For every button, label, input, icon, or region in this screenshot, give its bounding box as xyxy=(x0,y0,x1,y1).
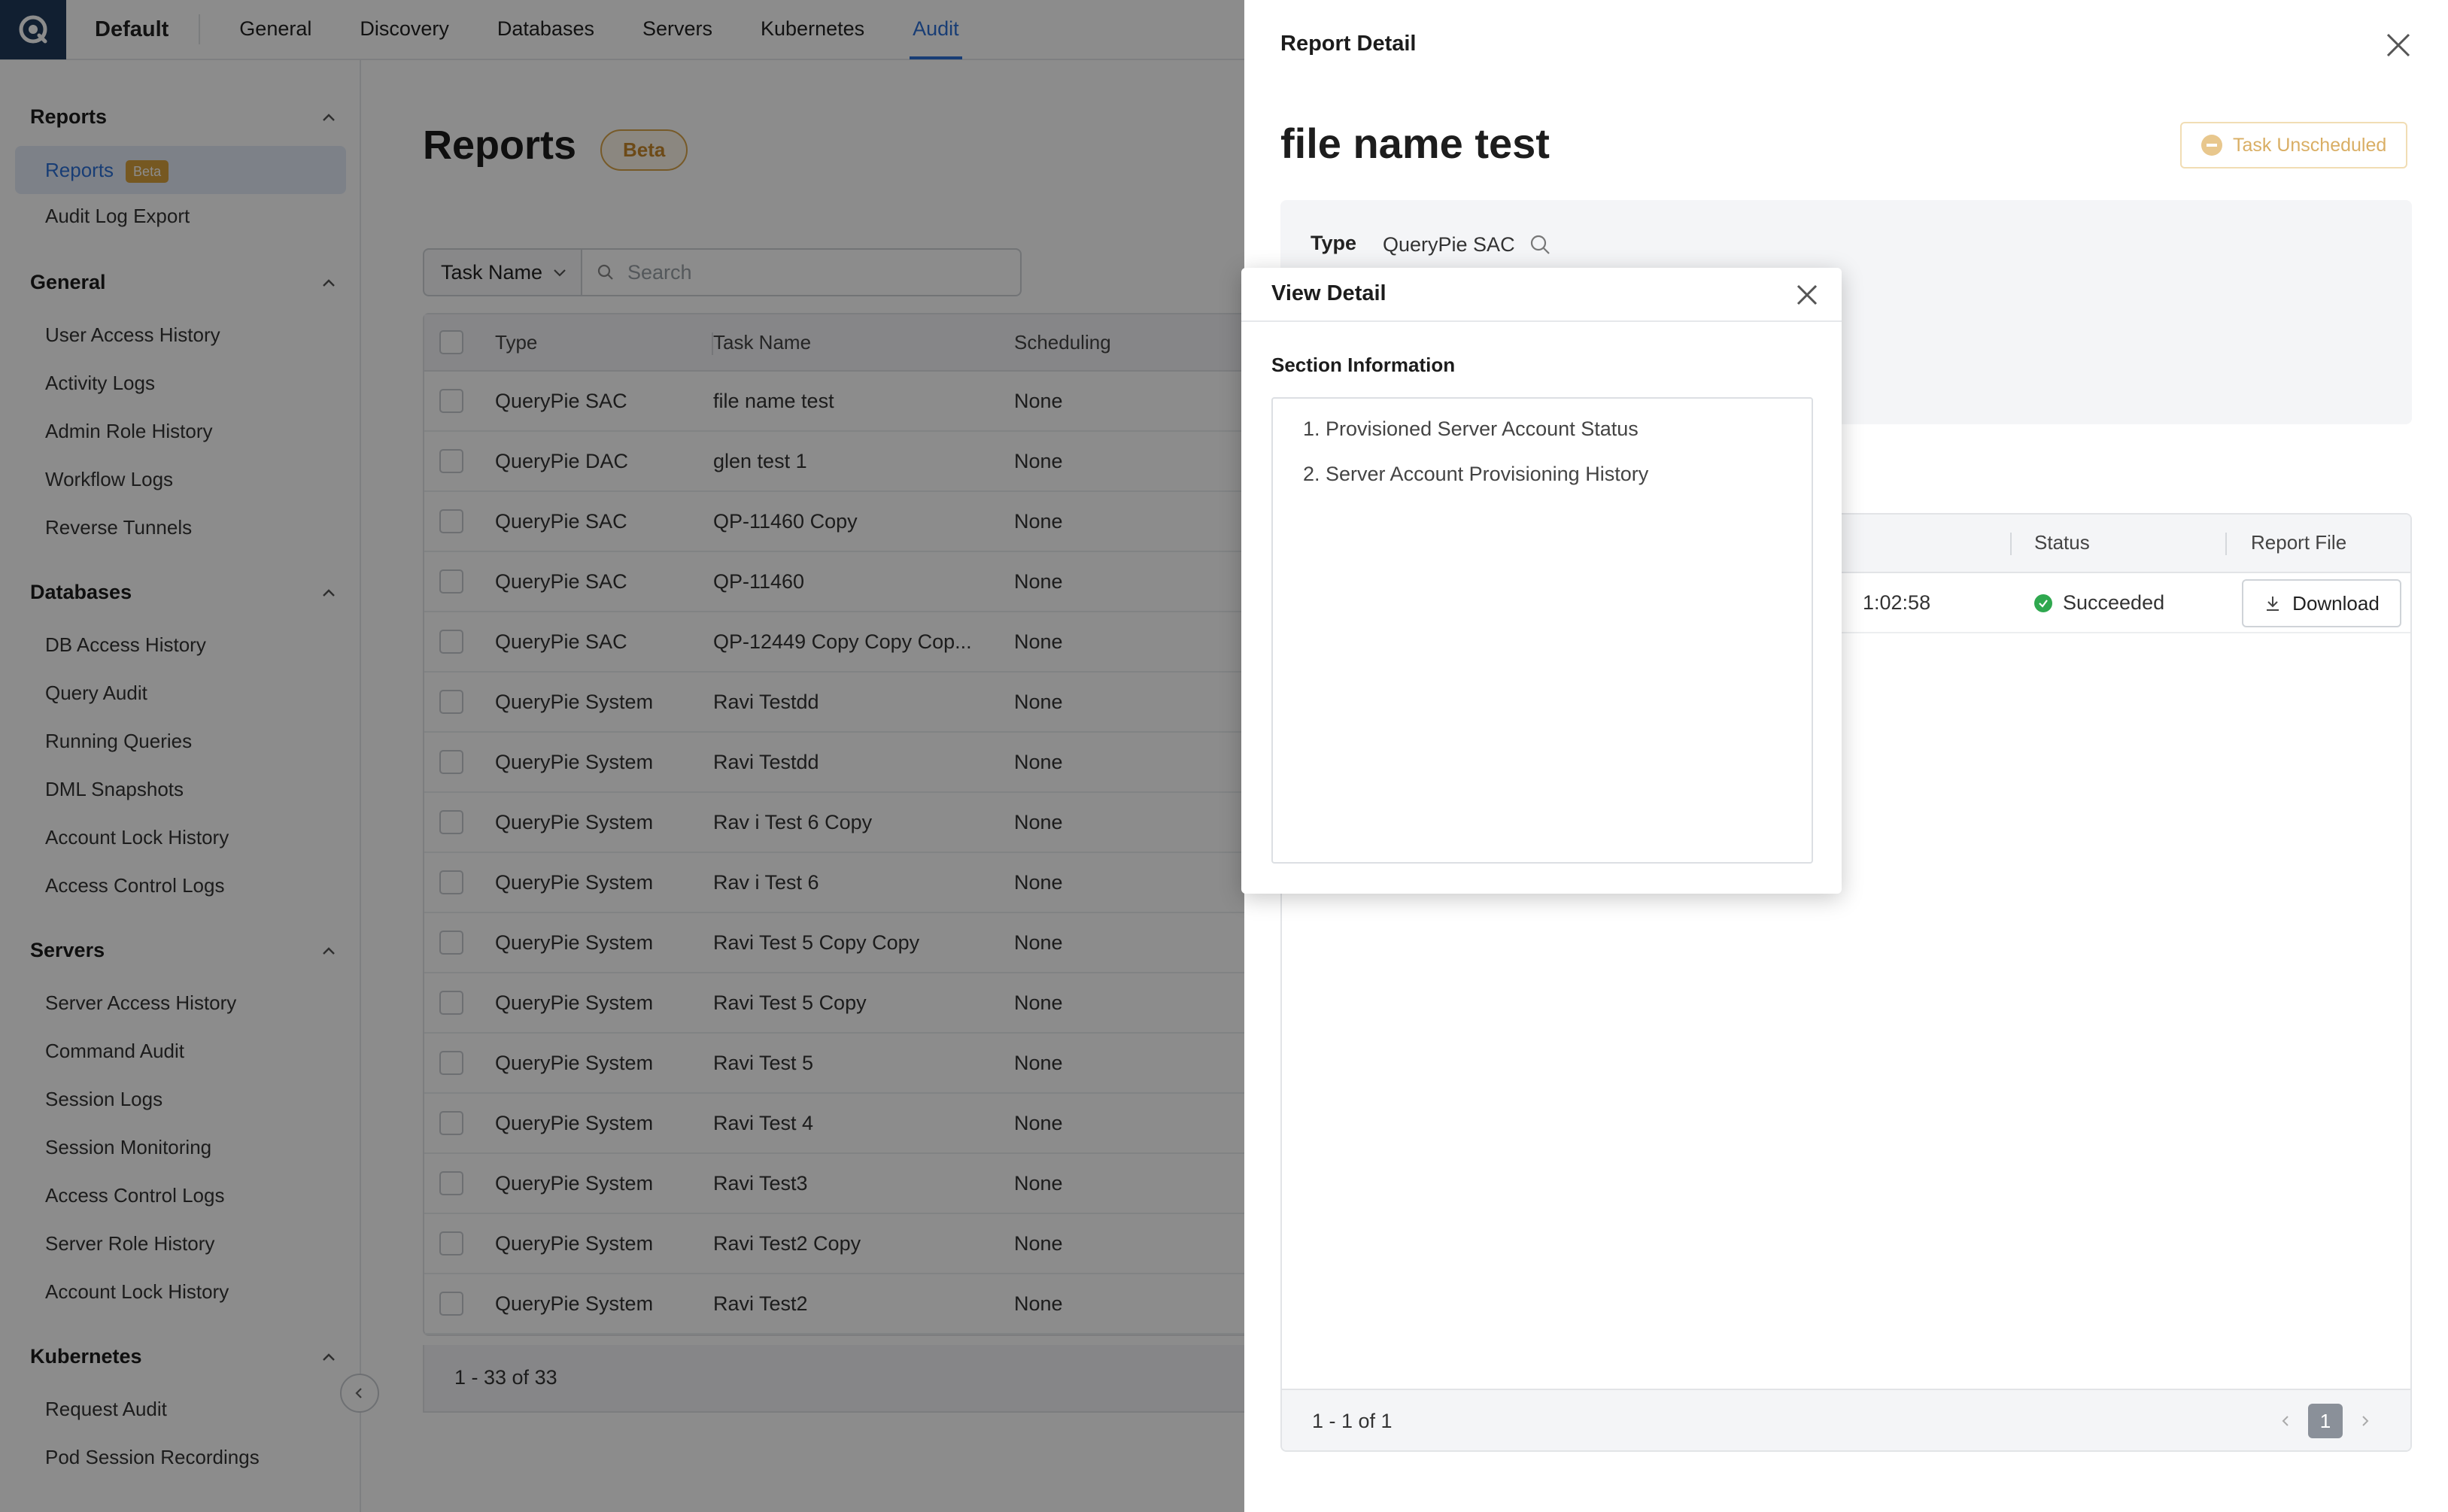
report-name-heading: file name test xyxy=(1280,120,1550,167)
list-item: 1. Provisioned Server Account Status xyxy=(1303,417,1639,440)
download-button[interactable]: Download xyxy=(2242,579,2401,627)
column-header-report-file[interactable]: Report File xyxy=(2251,531,2346,554)
close-icon[interactable] xyxy=(1790,278,1824,311)
type-value: QueryPie SAC xyxy=(1383,232,1553,257)
modal-title: View Detail xyxy=(1271,281,1386,305)
type-label: Type xyxy=(1311,232,1357,254)
pager: 1 xyxy=(2278,1404,2373,1438)
column-divider xyxy=(2010,533,2012,555)
chevron-right-icon[interactable] xyxy=(2358,1413,2373,1429)
page-number[interactable]: 1 xyxy=(2308,1404,2343,1438)
chevron-left-icon[interactable] xyxy=(2278,1413,2293,1429)
search-icon[interactable] xyxy=(1527,232,1553,257)
drawer-title: Report Detail xyxy=(1280,32,1417,56)
section-information-title: Section Information xyxy=(1271,354,1456,376)
cell-time: 1:02:58 xyxy=(1863,591,1931,614)
column-divider xyxy=(2225,533,2227,555)
modal-header: View Detail xyxy=(1241,268,1842,322)
history-count: 1 - 1 of 1 xyxy=(1312,1410,1393,1432)
view-detail-modal: View Detail Section Information 1. Provi… xyxy=(1241,268,1842,894)
column-header-status[interactable]: Status xyxy=(2034,531,2090,554)
history-pagination: 1 - 1 of 1 1 xyxy=(1282,1389,2410,1450)
minus-circle-icon xyxy=(2201,135,2222,156)
list-item: 2. Server Account Provisioning History xyxy=(1303,463,1649,485)
check-circle-icon xyxy=(2034,594,2052,612)
section-list: 1. Provisioned Server Account Status 2. … xyxy=(1271,397,1813,864)
modal-backdrop[interactable] xyxy=(0,0,1244,1512)
status-succeeded: Succeeded xyxy=(2034,591,2164,615)
task-unscheduled-button[interactable]: Task Unscheduled xyxy=(2180,122,2408,169)
download-icon xyxy=(2267,597,2279,611)
close-icon[interactable] xyxy=(2380,27,2416,63)
